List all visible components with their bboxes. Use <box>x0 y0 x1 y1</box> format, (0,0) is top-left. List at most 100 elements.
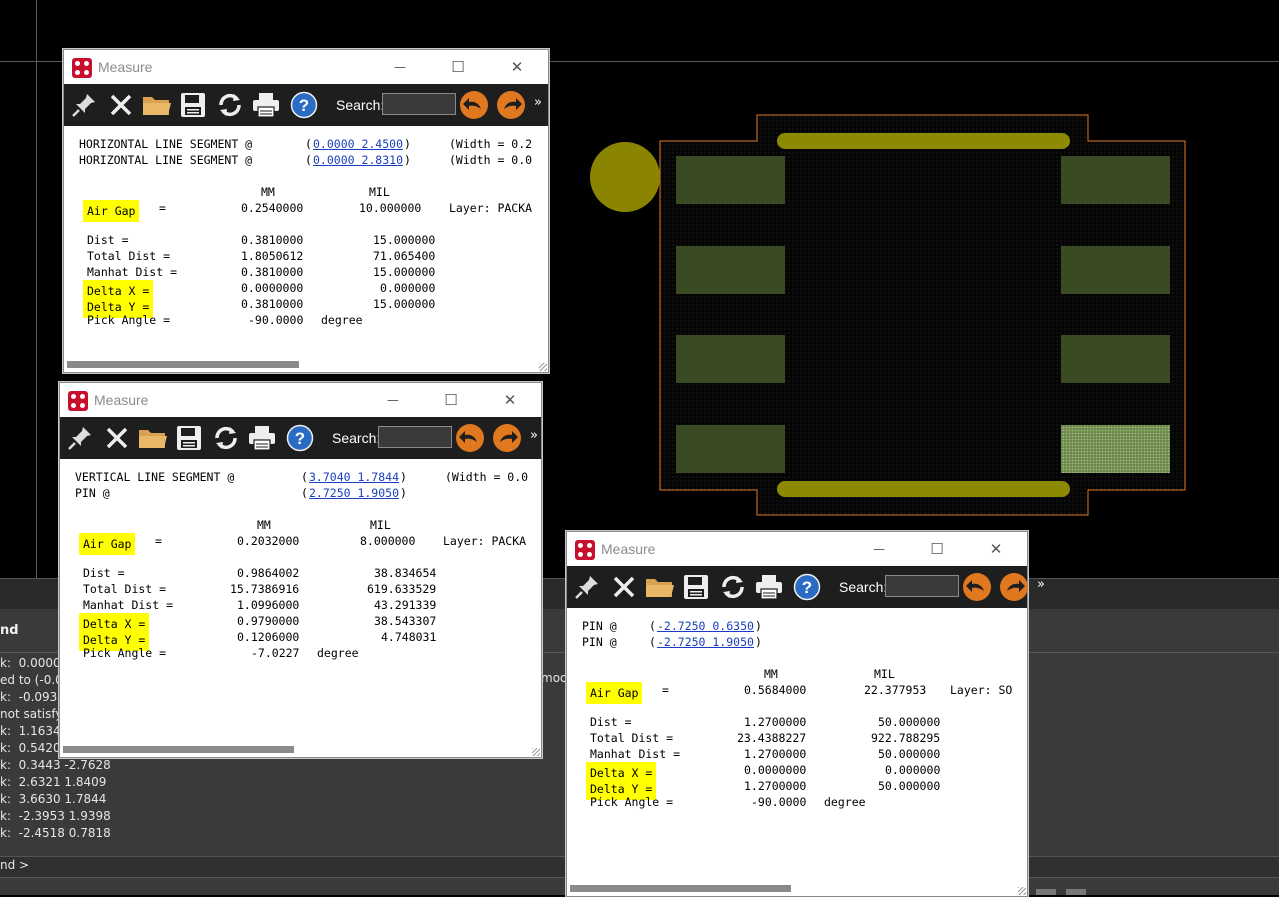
measure-label: Manhat Dist = <box>590 747 681 761</box>
layer-info: Layer: PACKA <box>443 534 527 548</box>
maximize-icon[interactable]: ☐ <box>446 55 470 79</box>
folder-button[interactable] <box>137 422 169 454</box>
coordinate-link[interactable]: 2.7250 1.9050 <box>309 485 399 501</box>
coordinate-paren: ) <box>400 486 407 500</box>
value-mm: 0.3810000 <box>241 233 304 247</box>
width-info: (Width = 0.2 <box>449 137 533 151</box>
save-button[interactable] <box>680 571 712 603</box>
measure-window: Measure — ☐ ✕? Search: » PIN @ (-2.7250 0.6350)… <box>566 531 1045 897</box>
pin-button[interactable] <box>64 422 96 454</box>
refresh-button[interactable] <box>214 89 246 121</box>
more-chevron-icon[interactable]: » <box>530 428 538 443</box>
coordinate-link[interactable]: 0.0000 2.8310 <box>313 152 403 168</box>
air-gap-equals: = <box>159 201 166 215</box>
result-row: Total Dist = 15.7386916 619.633529 <box>75 581 541 597</box>
print-icon <box>251 91 281 119</box>
value-mm: 23.4388227 <box>737 731 807 745</box>
back-button[interactable] <box>961 571 993 603</box>
unit-mil-header: MIL <box>370 518 391 532</box>
back-button[interactable] <box>454 422 486 454</box>
forward-button[interactable] <box>495 89 527 121</box>
close-x-button[interactable] <box>105 89 137 121</box>
help-button[interactable]: ? <box>791 571 823 603</box>
more-chevron-icon[interactable]: » <box>1037 577 1045 592</box>
result-row: HORIZONTAL LINE SEGMENT @ (0.0000 2.4500)… <box>79 136 548 152</box>
refresh-button[interactable] <box>717 571 749 603</box>
coordinate-link[interactable]: -2.7250 0.6350 <box>657 618 754 634</box>
print-button[interactable] <box>250 89 282 121</box>
value-mil: 38.543307 <box>374 614 437 628</box>
save-button[interactable] <box>173 422 205 454</box>
value-mm: 0.1206000 <box>237 630 300 644</box>
status-button[interactable] <box>1066 889 1086 895</box>
object-label: HORIZONTAL LINE SEGMENT @ <box>79 153 253 167</box>
back-arrow-icon <box>962 572 992 602</box>
coordinate-link[interactable]: -2.7250 1.9050 <box>657 634 754 650</box>
window-titlebar[interactable]: Measure — ☐ ✕ <box>60 383 541 417</box>
coordinate-paren: ) <box>755 635 762 649</box>
forward-button[interactable] <box>491 422 523 454</box>
folder-button[interactable] <box>644 571 676 603</box>
refresh-button[interactable] <box>210 422 242 454</box>
measure-label: Manhat Dist = <box>83 598 174 612</box>
close-x-icon <box>611 574 637 600</box>
minimize-icon[interactable]: — <box>867 537 891 561</box>
close-icon[interactable]: ✕ <box>505 55 529 79</box>
save-button[interactable] <box>177 89 209 121</box>
value-mil: 0.000000 <box>380 281 436 295</box>
resize-grip[interactable] <box>532 748 540 756</box>
coordinate-link[interactable]: 3.7040 1.7844 <box>309 469 399 485</box>
resize-grip[interactable] <box>539 363 547 371</box>
window-titlebar[interactable]: Measure — ☐ ✕ <box>567 532 1027 566</box>
value-mil: 15.000000 <box>373 297 436 311</box>
help-button[interactable]: ? <box>288 89 320 121</box>
app-logo-icon <box>68 391 88 411</box>
value-mil: 38.834654 <box>374 566 437 580</box>
horizontal-scrollbar-thumb[interactable] <box>63 746 294 753</box>
pin-button[interactable] <box>68 89 100 121</box>
search-label: Search: <box>839 579 888 595</box>
air-gap-mil: 22.377953 <box>864 683 927 697</box>
folder-button[interactable] <box>141 89 173 121</box>
measure-results: HORIZONTAL LINE SEGMENT @ (0.0000 2.4500)… <box>64 126 548 372</box>
search-input[interactable] <box>885 575 959 597</box>
more-chevron-icon[interactable]: » <box>534 95 542 110</box>
value-mm: 1.2700000 <box>744 747 807 761</box>
close-x-button[interactable] <box>101 422 133 454</box>
search-input[interactable] <box>378 426 452 448</box>
status-button[interactable] <box>1036 889 1056 895</box>
pin-button[interactable] <box>571 571 603 603</box>
maximize-icon[interactable]: ☐ <box>925 537 949 561</box>
close-x-button[interactable] <box>608 571 640 603</box>
horizontal-scrollbar-thumb[interactable] <box>67 361 299 368</box>
print-button[interactable] <box>753 571 785 603</box>
search-input[interactable] <box>382 93 456 115</box>
minimize-icon[interactable]: — <box>388 55 412 79</box>
unit-mil-header: MIL <box>369 185 390 199</box>
value-mil: 43.291339 <box>374 598 437 612</box>
air-gap-mil: 8.000000 <box>360 534 416 548</box>
print-button[interactable] <box>246 422 278 454</box>
coordinate-paren: ( <box>305 153 312 167</box>
help-button[interactable]: ? <box>284 422 316 454</box>
window-title: Measure <box>98 59 153 75</box>
minimize-icon[interactable]: — <box>381 388 405 412</box>
window-titlebar[interactable]: Measure — ☐ ✕ <box>64 50 548 84</box>
measure-label: Dist = <box>590 715 632 729</box>
air-gap-equals: = <box>662 683 669 697</box>
result-row: Total Dist = 23.4388227 922.788295 <box>582 730 1027 746</box>
svg-text:?: ? <box>802 578 812 597</box>
close-icon[interactable]: ✕ <box>498 388 522 412</box>
app-logo-icon <box>575 540 595 560</box>
resize-grip[interactable] <box>1018 887 1026 895</box>
horizontal-scrollbar-thumb[interactable] <box>570 885 791 892</box>
forward-button[interactable] <box>998 571 1030 603</box>
maximize-icon[interactable]: ☐ <box>439 388 463 412</box>
result-row: Dist = 0.3810000 15.000000 <box>79 232 548 248</box>
folder-icon <box>137 424 169 452</box>
command-fragment: moo <box>541 671 568 685</box>
measure-label: Total Dist = <box>87 249 171 263</box>
back-button[interactable] <box>458 89 490 121</box>
close-icon[interactable]: ✕ <box>984 537 1008 561</box>
coordinate-link[interactable]: 0.0000 2.4500 <box>313 136 403 152</box>
